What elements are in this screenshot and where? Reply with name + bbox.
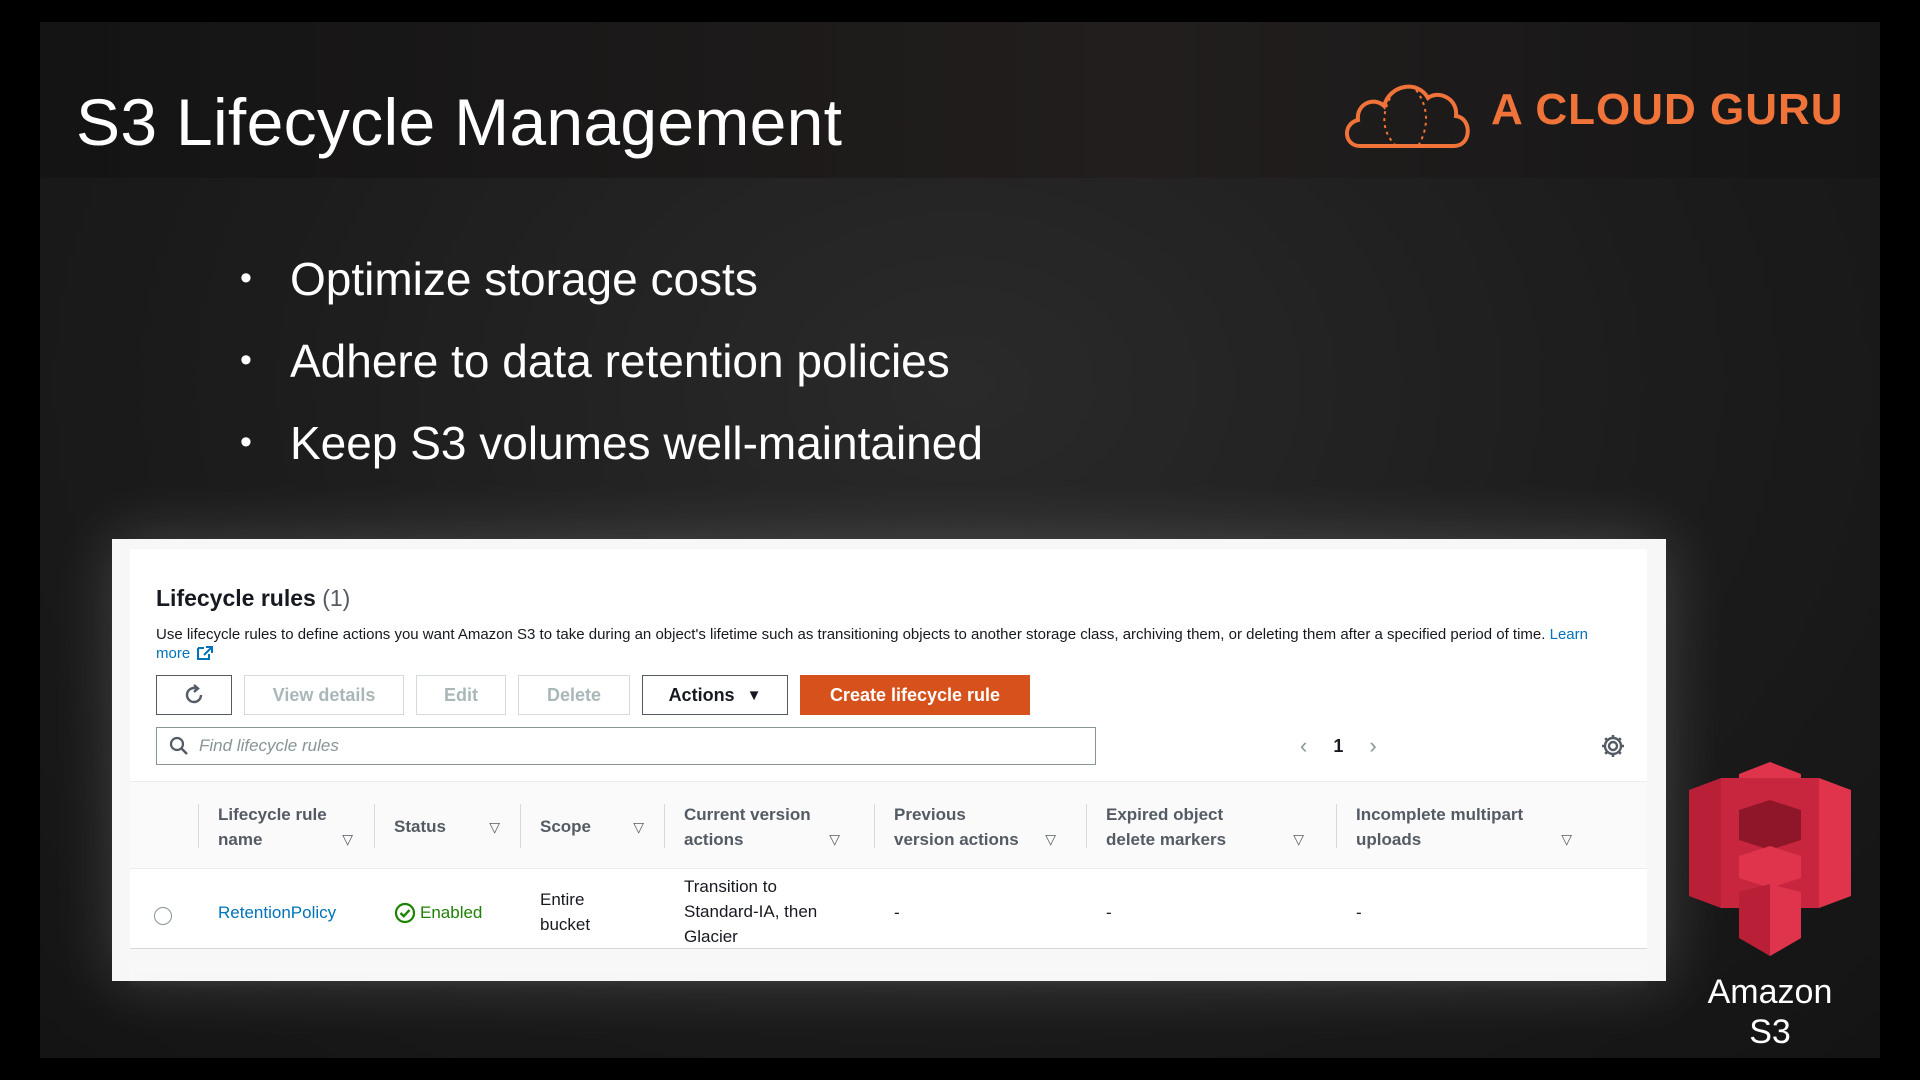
sort-icon[interactable]: ▽ [1045,827,1056,852]
panel-reflection [130,959,1647,989]
current-version-cell: Transition to Standard-IA, then Glacier [684,874,817,949]
logo-label-line: S3 [1749,1013,1791,1051]
create-lifecycle-rule-button[interactable]: Create lifecycle rule [800,675,1030,715]
status-text: Enabled [420,903,483,922]
bullet-text: Optimize storage costs [290,253,758,305]
panel-heading-text: Lifecycle rules [156,585,316,611]
scope-cell: Entire bucket [540,887,590,937]
sort-icon[interactable]: ▽ [633,815,644,840]
scope-line: bucket [540,915,591,934]
incomplete-uploads-cell: - [1356,903,1362,922]
header-label: Previous [894,805,966,824]
header-label: actions [684,830,744,849]
pagination: ‹ 1 › [1300,733,1377,759]
bullet-item: • Adhere to data retention policies [240,335,950,387]
sort-icon[interactable]: ▽ [342,827,353,852]
table-row: RetentionPolicy Enabled Entire bucket Tr… [130,869,1647,957]
previous-page-icon[interactable]: ‹ [1300,733,1307,759]
toolbar: View details Edit Delete Actions ▼ Creat… [156,675,1030,715]
column-header-current-version-actions[interactable]: Current version actions ▽ [684,802,840,852]
rule-count: (1) [322,585,351,611]
bullet-item: • Optimize storage costs [240,253,758,305]
slide: S3 Lifecycle Management A CLOUD GURU • Op… [40,22,1880,1058]
view-details-button[interactable]: View details [244,675,404,715]
bullet-list: • Optimize storage costs • Adhere to data … [240,252,983,498]
next-page-icon[interactable]: › [1369,733,1376,759]
header-label: Status [394,817,446,836]
gear-icon[interactable] [1600,733,1626,759]
external-link-icon [197,646,214,660]
edit-button[interactable]: Edit [416,675,506,715]
panel-description: Use lifecycle rules to define actions yo… [156,625,1596,663]
column-header-scope[interactable]: Scope ▽ [540,802,644,852]
expired-markers-cell: - [1106,903,1112,922]
search-icon [169,736,188,755]
column-header-status[interactable]: Status ▽ [394,802,500,852]
bullet-item: • Keep S3 volumes well-maintained [240,417,983,469]
header-label: Scope [540,817,592,836]
console-screenshot: Lifecycle rules (1) Use lifecycle rules … [112,539,1666,989]
current-line: Standard-IA, then [684,902,818,921]
lifecycle-rules-panel: Lifecycle rules (1) Use lifecycle rules … [130,549,1647,949]
current-line: Glacier [684,927,738,946]
column-header-rule-name[interactable]: Lifecycle rule name ▽ [218,802,353,852]
scope-line: Entire [540,890,585,909]
header-label: Expired object [1106,805,1224,824]
row-select-radio[interactable] [154,907,172,925]
header-label: Current version [684,805,811,824]
cloud-icon [1345,84,1470,148]
amazon-s3-logo-icon [1689,762,1851,956]
amazon-s3-label: Amazon S3 [1680,972,1860,1052]
column-header-expired-object-delete-markers[interactable]: Expired object delete markers ▽ [1106,802,1304,852]
status-badge: Enabled [394,900,482,925]
description-text: Use lifecycle rules to define actions yo… [156,626,1546,643]
brand-name: A CLOUD GURU [1491,85,1844,134]
column-header-incomplete-multipart-uploads[interactable]: Incomplete multipart uploads ▽ [1356,802,1572,852]
bullet-text: Adhere to data retention policies [290,335,950,387]
check-circle-icon [394,902,416,923]
actions-dropdown[interactable]: Actions ▼ [642,675,788,715]
slide-title: S3 Lifecycle Management [76,85,843,159]
rule-name-link[interactable]: RetentionPolicy [218,900,336,925]
bullet-text: Keep S3 volumes well-maintained [290,417,983,469]
sort-icon[interactable]: ▽ [489,815,500,840]
sort-icon[interactable]: ▽ [1561,827,1572,852]
header-label: delete markers [1106,830,1227,849]
page-number[interactable]: 1 [1333,736,1343,757]
panel-heading: Lifecycle rules (1) [156,585,350,612]
logo-label-line: Amazon [1707,973,1833,1011]
actions-label: Actions [668,684,735,705]
header-label: Incomplete multipart [1356,805,1524,824]
refresh-icon [185,684,203,704]
header-label: version actions [894,830,1019,849]
delete-button[interactable]: Delete [518,675,630,715]
search-input[interactable]: Find lifecycle rules [156,727,1096,765]
sort-icon[interactable]: ▽ [1293,827,1304,852]
header-label: name [218,830,263,849]
column-header-previous-version-actions[interactable]: Previous version actions ▽ [894,802,1056,852]
refresh-button[interactable] [156,675,232,715]
header-label: uploads [1356,830,1422,849]
previous-version-cell: - [894,903,900,922]
header-label: Lifecycle rule [218,805,327,824]
current-line: Transition to [684,877,777,896]
caret-down-icon: ▼ [746,686,762,704]
brand-logo: A CLOUD GURU [1340,60,1844,160]
search-placeholder: Find lifecycle rules [199,736,339,755]
sort-icon[interactable]: ▽ [829,827,840,852]
table-header: Lifecycle rule name ▽ Status ▽ Scope ▽ C… [130,781,1647,869]
